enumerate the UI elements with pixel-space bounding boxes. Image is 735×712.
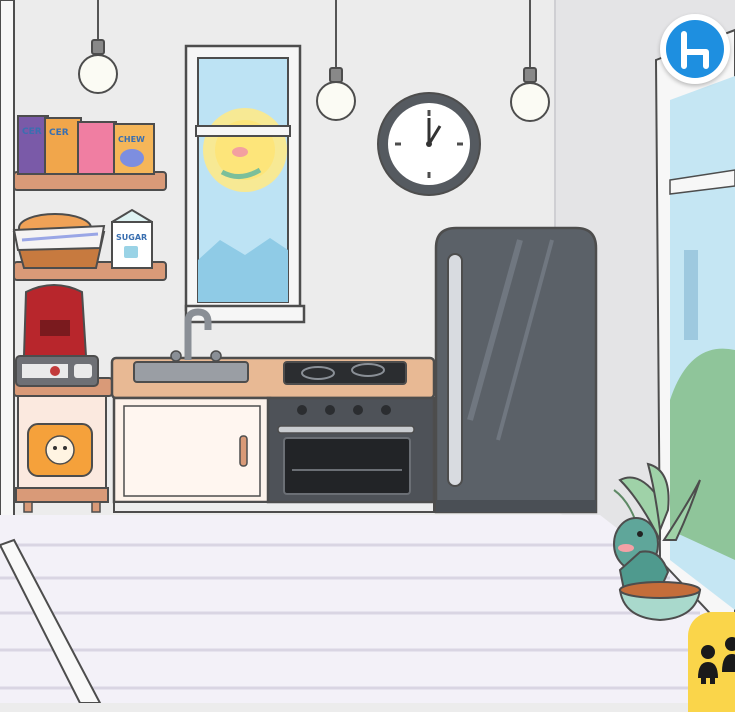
cereal-box[interactable]: [44, 117, 82, 175]
cereal-box-label: CHEW: [118, 135, 145, 144]
people-icon: [698, 637, 735, 684]
oven-knob[interactable]: [297, 405, 307, 415]
oven-door[interactable]: [283, 437, 411, 495]
characters-button[interactable]: [688, 612, 735, 712]
fridge-handle[interactable]: [447, 253, 463, 487]
window[interactable]: [184, 44, 306, 324]
door-frame: [0, 0, 15, 526]
wall-clock[interactable]: [377, 92, 481, 196]
furniture-button[interactable]: [660, 14, 730, 84]
oven-handle[interactable]: [277, 425, 415, 434]
chair-icon: [666, 20, 724, 78]
cabinet-handle[interactable]: [239, 435, 248, 467]
milk-carton-label: SUGAR: [116, 233, 147, 242]
oven-knob[interactable]: [325, 405, 335, 415]
cereal-box-label: CER: [22, 127, 42, 137]
glass-door[interactable]: [654, 28, 735, 642]
milk-carton[interactable]: SUGAR: [111, 208, 153, 269]
side-cabinet[interactable]: [13, 377, 113, 513]
cereal-box-label: CER: [49, 128, 69, 138]
oven-knob[interactable]: [353, 405, 363, 415]
sink[interactable]: [133, 361, 249, 383]
refrigerator[interactable]: [434, 226, 598, 514]
kitchen-scene: CER CER CHEW SUGAR: [0, 0, 735, 703]
cereal-box[interactable]: [17, 115, 49, 175]
pet-carrier-bag[interactable]: [27, 423, 93, 477]
wall-shelf-top[interactable]: CER CER CHEW: [13, 115, 167, 191]
cereal-box[interactable]: [77, 121, 117, 175]
oven-knob[interactable]: [381, 405, 391, 415]
